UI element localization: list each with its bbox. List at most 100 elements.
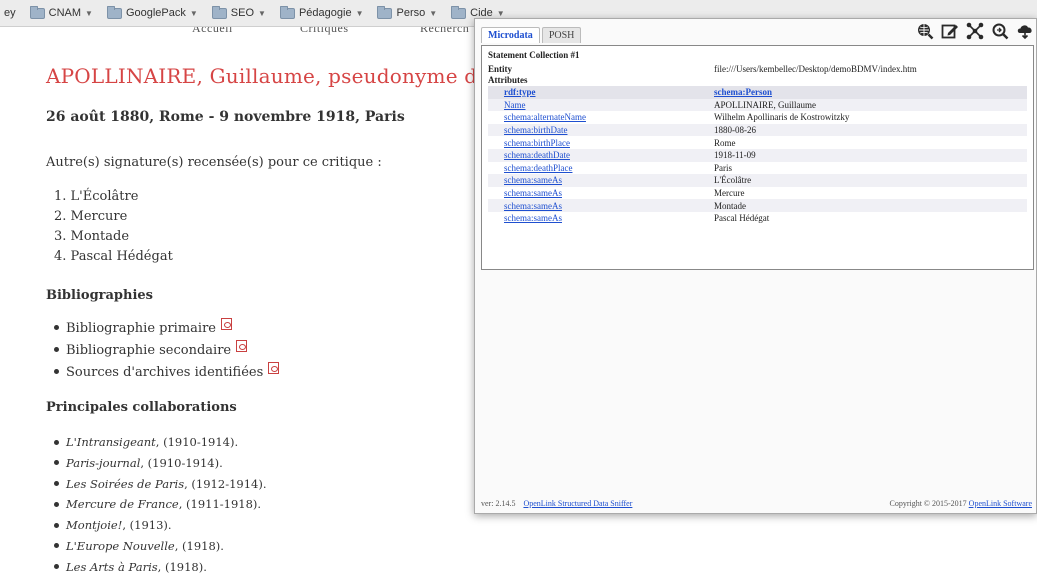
list-number: 1.	[54, 189, 71, 204]
sniffer-toolbar	[916, 22, 1034, 40]
nav-search-link[interactable]: Recherch	[420, 27, 469, 36]
search-share-icon[interactable]	[991, 22, 1009, 40]
folder-icon	[106, 5, 122, 19]
collaborations-list: L'Intransigeant, (1910-1914). Paris-journ…	[54, 432, 266, 578]
bibliography-link[interactable]: Sources d'archives identifiées	[66, 365, 263, 380]
table-row: schema:sameAs Pascal Hédégat	[488, 212, 1027, 225]
life-dates: 26 août 1880, Rome - 9 novembre 1918, Pa…	[46, 109, 405, 125]
attribute-key[interactable]: schema:birthDate	[488, 125, 714, 135]
edit-icon[interactable]	[941, 22, 959, 40]
bookmark-item[interactable]: GooglePack ▼	[106, 5, 198, 19]
chevron-down-icon: ▼	[189, 8, 198, 18]
list-number: 3.	[54, 229, 71, 244]
bullet-icon	[54, 460, 59, 466]
chevron-down-icon: ▼	[429, 8, 438, 18]
collaboration-years: , (1918).	[174, 538, 224, 553]
pdf-icon[interactable]	[236, 340, 248, 352]
list-number: 2.	[54, 209, 71, 224]
collaboration-name: Mercure de France	[66, 497, 179, 512]
attribute-value: Mercure	[714, 188, 745, 199]
signature-name: Pascal Hédégat	[70, 249, 173, 264]
attribute-value: Paris	[714, 162, 732, 173]
bullet-icon	[54, 439, 59, 445]
list-item: L'Intransigeant, (1910-1914).	[54, 432, 266, 453]
collaboration-name: Paris-journal	[66, 455, 141, 470]
folder-icon	[451, 5, 467, 19]
collaboration-years: , (1913).	[122, 518, 172, 533]
collaboration-name: Les Arts à Paris	[66, 559, 158, 574]
chevron-down-icon: ▼	[258, 8, 266, 18]
cloud-download-icon[interactable]	[1016, 22, 1034, 40]
bullet-icon	[54, 481, 59, 487]
entity-value: file:///Users/kembellec/Desktop/demoBDMV…	[714, 64, 917, 74]
signatures-list: 1. L'Écolâtre 2. Mercure 3. Montade 4. Pasc…	[54, 187, 173, 267]
bookmark-label: Perso	[396, 7, 426, 19]
table-row: Name APOLLINAIRE, Guillaume	[488, 98, 1027, 112]
bookmark-label: SEO	[230, 7, 255, 19]
table-row: schema:sameAs Montade	[488, 199, 1027, 212]
attribute-key[interactable]: schema:sameAs	[488, 188, 714, 198]
list-item: Paris-journal, (1910-1914).	[54, 453, 266, 474]
chevron-down-icon: ▼	[355, 8, 364, 18]
bullet-icon	[54, 325, 59, 330]
structured-data-sniffer-panel: Microdata POSH Statement Collection #1 E…	[474, 18, 1037, 514]
bibliographies-heading: Bibliographies	[46, 288, 153, 303]
attribute-key[interactable]: schema:sameAs	[488, 213, 714, 223]
bookmark-item[interactable]: Pédagogie ▼	[279, 5, 364, 19]
bookmark-item[interactable]: Perso ▼	[377, 5, 438, 19]
nav-critics-link[interactable]: Critiques	[300, 27, 349, 36]
bibliographies-list: Bibliographie primaire Bibliographie seco…	[54, 318, 280, 384]
attribute-key[interactable]: schema:sameAs	[488, 201, 714, 211]
pdf-icon[interactable]	[268, 362, 280, 374]
attribute-key[interactable]: schema:birthPlace	[488, 138, 714, 148]
collection-title: Statement Collection #1	[488, 50, 580, 60]
attributes-table: rdf:type schema:Person Name APOLLINAIRE, Gu…	[488, 86, 1027, 225]
attribute-key[interactable]: schema:deathPlace	[488, 163, 714, 173]
collaboration-years: , (1918).	[157, 559, 207, 574]
sniffer-footer: ver: 2.14.5 OpenLink Structured Data Sni…	[481, 499, 1032, 508]
collaboration-years: , (1910-1914).	[140, 455, 223, 470]
attribute-key[interactable]: rdf:type	[488, 87, 714, 97]
list-number: 4.	[54, 249, 71, 264]
table-row: schema:birthDate 1880-08-26	[488, 123, 1027, 137]
bibliography-link[interactable]: Bibliographie secondaire	[66, 343, 231, 358]
attribute-value: Montade	[714, 200, 746, 211]
bullet-icon	[54, 564, 59, 570]
bookmark-item[interactable]: CNAM ▼	[29, 5, 93, 19]
list-item: Bibliographie primaire	[54, 318, 279, 340]
collaboration-name: L'Intransigeant	[66, 435, 156, 449]
signatures-intro: Autre(s) signature(s) recensée(s) pour c…	[46, 155, 382, 170]
attribute-key[interactable]: Name	[488, 100, 714, 110]
bookmark-item[interactable]: SEO ▼	[211, 5, 266, 19]
table-row: rdf:type schema:Person	[488, 86, 1027, 99]
bookmark-label: CNAM	[48, 7, 82, 19]
network-graph-icon[interactable]	[966, 22, 984, 40]
list-item: 2. Mercure	[54, 207, 173, 227]
tab-microdata[interactable]: Microdata	[481, 27, 540, 43]
sniffer-home-link[interactable]: OpenLink Structured Data Sniffer	[523, 499, 632, 508]
bullet-icon	[54, 543, 59, 549]
openlink-software-link[interactable]: OpenLink Software	[969, 499, 1032, 508]
pdf-icon[interactable]	[220, 318, 232, 330]
tab-posh[interactable]: POSH	[541, 27, 582, 43]
signature-name: L'Écolâtre	[70, 189, 139, 204]
bibliography-link[interactable]: Bibliographie primaire	[66, 321, 216, 336]
bookmark-label: GooglePack	[125, 7, 186, 19]
list-item: Les Arts à Paris, (1918).	[54, 557, 266, 578]
chevron-down-icon: ▼	[496, 8, 505, 18]
attribute-value: 1918-11-09	[714, 150, 756, 161]
attribute-key[interactable]: schema:alternateName	[488, 112, 714, 122]
list-item: Sources d'archives identifiées	[54, 362, 280, 384]
list-item: Mercure de France, (1911-1918).	[54, 494, 266, 515]
attribute-value: L'Écolâtre	[714, 175, 752, 186]
bookmark-item[interactable]: ey	[4, 7, 16, 19]
bullet-icon	[54, 522, 59, 528]
globe-search-icon[interactable]	[916, 22, 934, 40]
attribute-key[interactable]: schema:deathDate	[488, 150, 714, 160]
list-item: 4. Pascal Hédégat	[54, 247, 173, 267]
attribute-key[interactable]: schema:sameAs	[488, 175, 714, 185]
attribute-value[interactable]: schema:Person	[714, 87, 1027, 97]
collaboration-years: , (1910-1914).	[155, 435, 239, 449]
folder-icon	[29, 5, 45, 19]
nav-home-link[interactable]: Accueil	[192, 27, 233, 36]
